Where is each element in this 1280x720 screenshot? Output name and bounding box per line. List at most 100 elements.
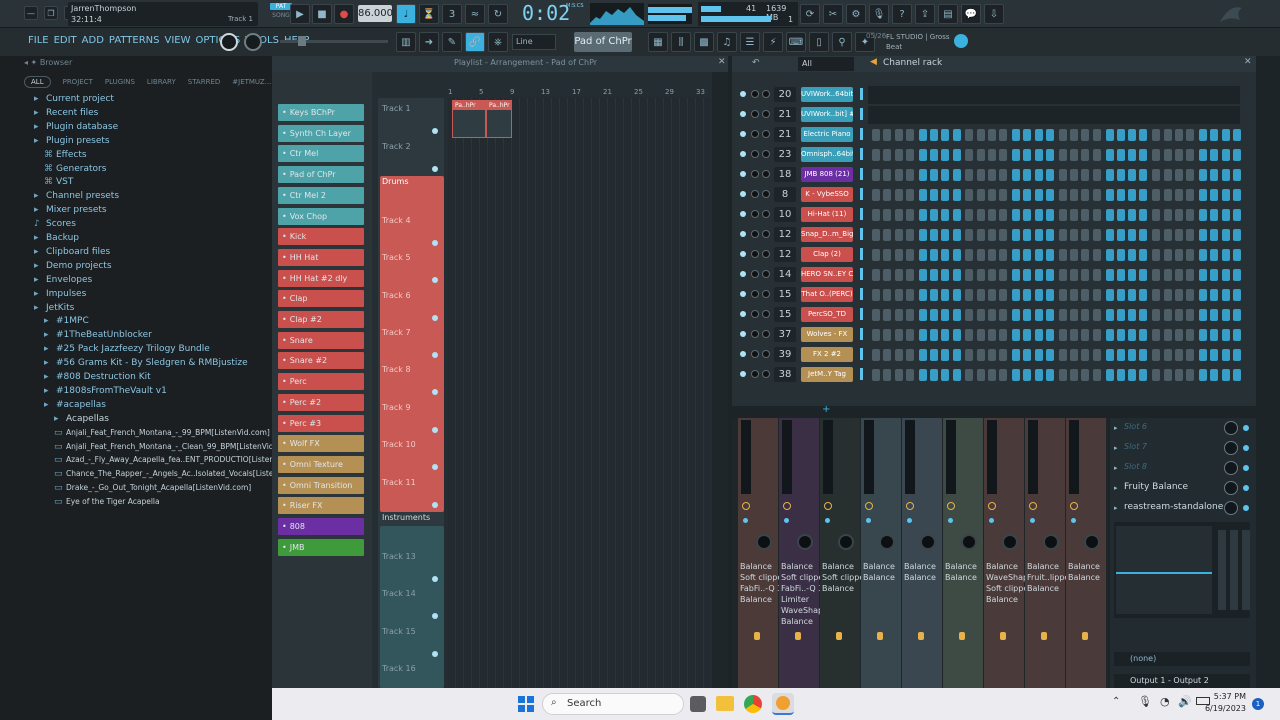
step-button[interactable] bbox=[1139, 149, 1148, 161]
step-button[interactable] bbox=[1128, 309, 1137, 321]
effect-slot[interactable]: FabFi..-Q 3 bbox=[781, 583, 823, 594]
step-button[interactable] bbox=[883, 349, 892, 361]
link-icon[interactable]: 🔗 bbox=[465, 32, 485, 52]
slot-led-icon[interactable] bbox=[1243, 425, 1249, 431]
slot-arrow-icon[interactable]: ▸ bbox=[1114, 504, 1118, 512]
step-button[interactable] bbox=[883, 269, 892, 281]
step-button[interactable] bbox=[1012, 149, 1021, 161]
step-button[interactable] bbox=[1058, 149, 1067, 161]
browser-item[interactable]: #25 Pack Jazzfeezy Trilogy Bundle bbox=[56, 344, 210, 354]
step-button[interactable] bbox=[894, 309, 903, 321]
step-button[interactable] bbox=[1012, 269, 1021, 281]
step-button[interactable] bbox=[941, 369, 950, 381]
volume-knob[interactable] bbox=[762, 130, 770, 138]
channel-select-icon[interactable] bbox=[860, 128, 863, 140]
step-button[interactable] bbox=[905, 289, 914, 301]
step-button[interactable] bbox=[999, 169, 1008, 181]
step-button[interactable] bbox=[999, 209, 1008, 221]
channel-led-icon[interactable] bbox=[740, 151, 746, 157]
step-button[interactable] bbox=[941, 229, 950, 241]
step-button[interactable] bbox=[1105, 229, 1114, 241]
step-button[interactable] bbox=[1152, 349, 1161, 361]
stop-button[interactable]: ■ bbox=[312, 4, 332, 24]
channel-mixer-track[interactable]: 14 bbox=[774, 267, 796, 282]
file-explorer-icon[interactable] bbox=[716, 696, 734, 711]
track-mute-icon[interactable] bbox=[432, 352, 438, 358]
step-button[interactable] bbox=[1092, 369, 1101, 381]
step-button[interactable] bbox=[965, 149, 974, 161]
step-button[interactable] bbox=[1012, 129, 1021, 141]
step-button[interactable] bbox=[976, 249, 985, 261]
step-button[interactable] bbox=[1232, 269, 1241, 281]
slot-arrow-icon[interactable]: ▸ bbox=[1114, 424, 1118, 432]
step-button[interactable] bbox=[1012, 329, 1021, 341]
step-button[interactable] bbox=[1046, 269, 1054, 281]
channel-mixer-track[interactable]: 15 bbox=[774, 307, 796, 322]
effect-slot[interactable]: Balance bbox=[822, 583, 860, 594]
channel-select-icon[interactable] bbox=[860, 168, 863, 180]
step-button[interactable] bbox=[1058, 349, 1067, 361]
step-button[interactable] bbox=[872, 189, 880, 201]
channel-select-icon[interactable] bbox=[860, 188, 863, 200]
effect-slot[interactable]: Balance bbox=[740, 594, 778, 605]
play-button[interactable]: ▶ bbox=[290, 4, 310, 24]
step-button[interactable] bbox=[1163, 309, 1172, 321]
step-button[interactable] bbox=[1186, 229, 1195, 241]
send-arrow-icon[interactable] bbox=[959, 632, 965, 640]
step-button[interactable] bbox=[1034, 189, 1043, 201]
mixer-strip[interactable]: Balance Balance bbox=[861, 418, 901, 690]
browser-item[interactable]: #808 Destruction Kit bbox=[56, 372, 151, 382]
step-button[interactable] bbox=[1092, 209, 1101, 221]
step-button[interactable] bbox=[1081, 289, 1090, 301]
step-button[interactable] bbox=[1034, 209, 1043, 221]
route-led-icon[interactable] bbox=[866, 518, 871, 523]
channel-name-button[interactable]: UVIWork..bit] #2 bbox=[801, 107, 853, 122]
volume-knob[interactable] bbox=[762, 310, 770, 318]
step-button[interactable] bbox=[1210, 129, 1219, 141]
effect-slot[interactable]: Soft clipper bbox=[822, 572, 868, 583]
tempo-display[interactable]: 86.000 bbox=[358, 5, 393, 22]
channel-name-button[interactable]: FX 2 #2 bbox=[801, 347, 853, 362]
browser-item[interactable]: VST bbox=[56, 177, 73, 187]
step-button[interactable] bbox=[1186, 209, 1195, 221]
step-button[interactable] bbox=[1210, 309, 1219, 321]
clip-1[interactable]: Pa..hPr bbox=[452, 100, 486, 138]
step-button[interactable] bbox=[1046, 309, 1054, 321]
step-button[interactable] bbox=[1070, 129, 1079, 141]
step-button[interactable] bbox=[1034, 309, 1043, 321]
step-button[interactable] bbox=[894, 169, 903, 181]
slot-arrow-icon[interactable]: ▸ bbox=[1114, 484, 1118, 492]
tab-project[interactable]: PROJECT bbox=[63, 78, 93, 86]
channel-led-icon[interactable] bbox=[740, 351, 746, 357]
menu-file[interactable]: FILE bbox=[28, 35, 49, 46]
mixer-knob[interactable] bbox=[1084, 534, 1100, 550]
mixer-knob[interactable] bbox=[756, 534, 772, 550]
step-button[interactable] bbox=[872, 149, 880, 161]
step-button[interactable] bbox=[1092, 169, 1101, 181]
mixer-knob[interactable] bbox=[797, 534, 813, 550]
step-button[interactable] bbox=[883, 309, 892, 321]
pan-knob[interactable] bbox=[751, 130, 759, 138]
step-button[interactable] bbox=[918, 349, 927, 361]
mixer-strip[interactable]: Balance Soft clipper FabFi..-Q 3 Limiter Wav… bbox=[779, 418, 831, 690]
step-button[interactable] bbox=[988, 209, 996, 221]
step-button[interactable] bbox=[988, 169, 996, 181]
piano-icon[interactable]: ▥ bbox=[396, 32, 416, 52]
step-button[interactable] bbox=[941, 129, 950, 141]
step-button[interactable] bbox=[1152, 309, 1161, 321]
step-button[interactable] bbox=[883, 129, 892, 141]
mixer-slot[interactable]: Slot 8 bbox=[1124, 462, 1147, 471]
step-button[interactable] bbox=[1081, 169, 1090, 181]
step-button[interactable] bbox=[941, 309, 950, 321]
track-mute-icon[interactable] bbox=[432, 389, 438, 395]
browser-item[interactable]: Effects bbox=[56, 150, 87, 160]
step-button[interactable] bbox=[1023, 369, 1032, 381]
step-button[interactable] bbox=[1116, 349, 1125, 361]
step-button[interactable] bbox=[1116, 369, 1125, 381]
slot-arrow-icon[interactable]: ▸ bbox=[1114, 444, 1118, 452]
add-channel-button[interactable]: + bbox=[822, 404, 830, 415]
step-button[interactable] bbox=[883, 169, 892, 181]
step-button[interactable] bbox=[1023, 189, 1032, 201]
step-button[interactable] bbox=[1128, 349, 1137, 361]
browser-item[interactable]: Anjali_Feat_French_Montana_-_99_BPM[List… bbox=[66, 428, 272, 437]
